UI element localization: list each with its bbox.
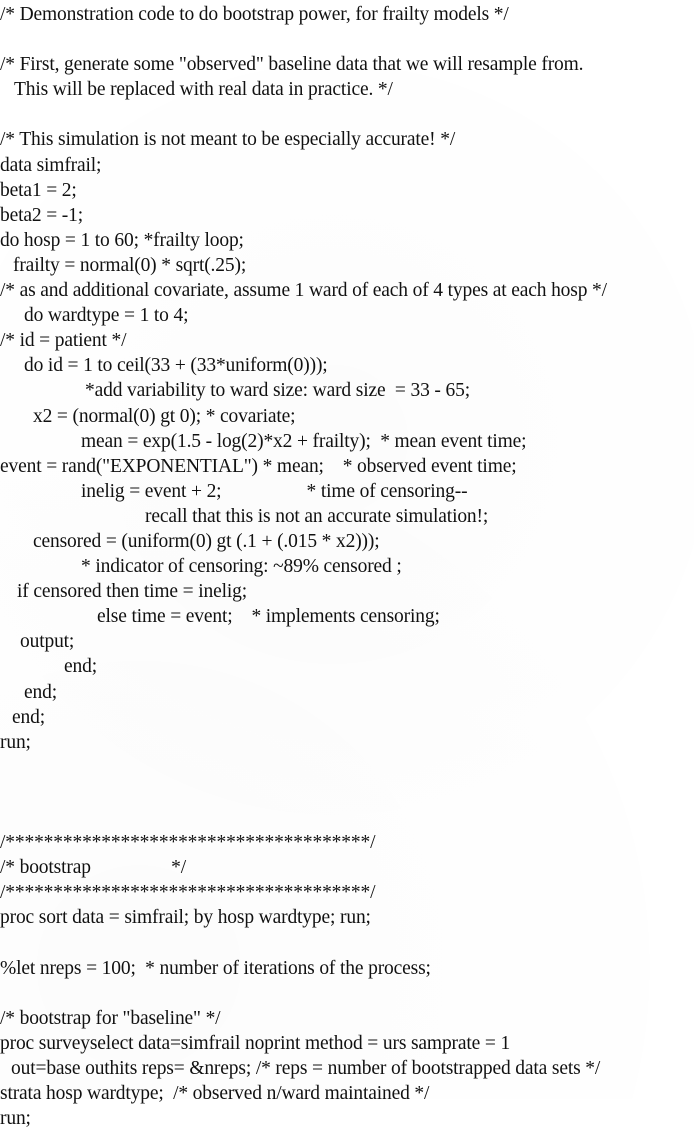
code-line: x2 = (normal(0) gt 0); * covariate;	[0, 404, 694, 429]
code-line: beta2 = -1;	[0, 203, 694, 228]
code-line-text: beta1 = 2;	[0, 179, 77, 201]
code-line-text: data simfrail;	[0, 154, 102, 176]
code-line: end;	[0, 680, 694, 705]
code-line: strata hosp wardtype; /* observed n/ward…	[0, 1081, 694, 1106]
code-line: %let nreps = 100; * number of iterations…	[0, 956, 694, 981]
code-line-text: /* as and additional covariate, assume 1…	[0, 280, 607, 302]
code-line-text: /* bootstrap */	[0, 857, 187, 879]
code-line-text: proc sort data = simfrail; by hosp wardt…	[0, 907, 371, 929]
code-line: * indicator of censoring: ~89% censored …	[0, 554, 694, 579]
code-line: This will be replaced with real data in …	[0, 77, 694, 102]
code-line-text: run;	[0, 1108, 31, 1130]
code-line: /* id = patient */	[0, 328, 694, 353]
code-line-text: event = rand("EXPONENTIAL") * mean; * ob…	[0, 455, 517, 477]
code-listing: /* Demonstration code to do bootstrap po…	[0, 0, 694, 1129]
code-line-text: if censored then time = inelig;	[17, 581, 247, 603]
code-line: do id = 1 to ceil(33 + (33*uniform(0)));	[0, 353, 694, 378]
code-line-text: end;	[24, 681, 57, 703]
code-line-text: inelig = event + 2; * time of censoring-…	[81, 480, 468, 502]
code-line: mean = exp(1.5 - log(2)*x2 + frailty); *…	[0, 429, 694, 454]
code-line: proc sort data = simfrail; by hosp wardt…	[0, 905, 694, 930]
code-line: /* This simulation is not meant to be es…	[0, 127, 694, 152]
code-line: frailty = normal(0) * sqrt(.25);	[0, 253, 694, 278]
code-line-text: end;	[64, 656, 97, 678]
code-line: /* bootstrap for "baseline" */	[0, 1006, 694, 1031]
code-line: end;	[0, 705, 694, 730]
code-line-text: /* Demonstration code to do bootstrap po…	[0, 4, 509, 25]
code-line: /**************************************/	[0, 880, 694, 905]
code-line: censored = (uniform(0) gt (.1 + (.015 * …	[0, 529, 694, 554]
code-line: /* bootstrap */	[0, 855, 694, 880]
code-line: end;	[0, 654, 694, 679]
code-line-text: /**************************************/	[0, 882, 376, 904]
code-line-text: censored = (uniform(0) gt (.1 + (.015 * …	[33, 530, 380, 552]
code-line: run;	[0, 1106, 694, 1131]
code-line-text: *add variability to ward size: ward size…	[85, 380, 470, 402]
code-line-text: proc surveyselect data=simfrail noprint …	[0, 1032, 511, 1054]
code-line-text: /* bootstrap for "baseline" */	[0, 1007, 221, 1029]
code-line: out=base outhits reps= &nreps; /* reps =…	[0, 1056, 694, 1081]
code-line-text: This will be replaced with real data in …	[14, 79, 393, 101]
code-line: *add variability to ward size: ward size…	[0, 378, 694, 403]
code-line: /* Demonstration code to do bootstrap po…	[0, 2, 694, 27]
code-line-text: /* This simulation is not meant to be es…	[0, 129, 456, 151]
code-line-text: beta2 = -1;	[0, 204, 83, 226]
code-line-text: else time = event; * implements censorin…	[97, 606, 440, 628]
code-line-text: end;	[12, 706, 45, 728]
code-line: do hosp = 1 to 60; *frailty loop;	[0, 228, 694, 253]
code-line: output;	[0, 629, 694, 654]
code-line: beta1 = 2;	[0, 178, 694, 203]
code-line-text: * indicator of censoring: ~89% censored …	[81, 556, 402, 578]
code-line: do wardtype = 1 to 4;	[0, 303, 694, 328]
code-line: recall that this is not an accurate simu…	[0, 504, 694, 529]
code-line-text: frailty = normal(0) * sqrt(.25);	[13, 254, 247, 276]
code-line-text: /* id = patient */	[0, 330, 127, 352]
code-line: /**************************************/	[0, 830, 694, 855]
code-line: else time = event; * implements censorin…	[0, 604, 694, 629]
code-line: /* as and additional covariate, assume 1…	[0, 278, 694, 303]
code-line-text: output;	[20, 631, 75, 653]
code-line: proc surveyselect data=simfrail noprint …	[0, 1031, 694, 1056]
code-line-text: run;	[0, 731, 31, 753]
code-line: /* First, generate some "observed" basel…	[0, 52, 694, 77]
code-line-text: %let nreps = 100; * number of iterations…	[0, 957, 431, 979]
code-line-text: do wardtype = 1 to 4;	[24, 305, 189, 327]
code-line: inelig = event + 2; * time of censoring-…	[0, 479, 694, 504]
code-line-text: /* First, generate some "observed" basel…	[0, 54, 584, 76]
code-line: run;	[0, 730, 694, 755]
code-line: if censored then time = inelig;	[0, 579, 694, 604]
code-line-text: do hosp = 1 to 60; *frailty loop;	[0, 229, 244, 251]
code-line-text: strata hosp wardtype; /* observed n/ward…	[0, 1083, 430, 1105]
code-line-text: x2 = (normal(0) gt 0); * covariate;	[33, 405, 296, 427]
code-line: event = rand("EXPONENTIAL") * mean; * ob…	[0, 454, 694, 479]
code-line-text: /**************************************/	[0, 832, 376, 854]
code-line: data simfrail;	[0, 153, 694, 178]
code-line-text: recall that this is not an accurate simu…	[145, 505, 489, 527]
code-line-text: out=base outhits reps= &nreps; /* reps =…	[11, 1057, 601, 1079]
code-line-text: mean = exp(1.5 - log(2)*x2 + frailty); *…	[81, 430, 527, 452]
code-line-text: do id = 1 to ceil(33 + (33*uniform(0)));	[24, 355, 328, 377]
